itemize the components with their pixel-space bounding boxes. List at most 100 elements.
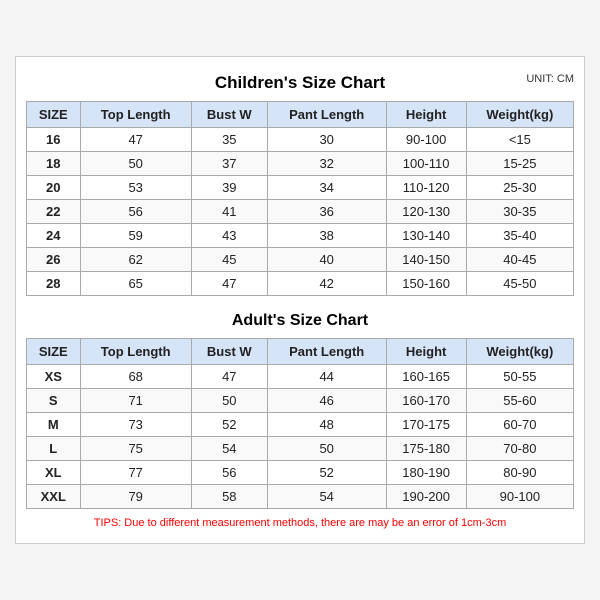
table-cell: 44 (267, 365, 386, 389)
col-header-weight: Weight(kg) (466, 102, 573, 128)
table-cell: 100-110 (386, 152, 466, 176)
table-cell: 175-180 (386, 437, 466, 461)
table-cell: 25-30 (466, 176, 573, 200)
table-cell: 15-25 (466, 152, 573, 176)
table-row: L755450175-18070-80 (27, 437, 574, 461)
children-size-table: SIZE Top Length Bust W Pant Length Heigh… (26, 101, 574, 296)
table-cell: M (27, 413, 81, 437)
table-cell: 180-190 (386, 461, 466, 485)
table-cell: 40-45 (466, 248, 573, 272)
table-cell: 42 (267, 272, 386, 296)
table-row: 18503732100-11015-25 (27, 152, 574, 176)
table-cell: 65 (80, 272, 191, 296)
col-header-bust-w: Bust W (191, 102, 267, 128)
table-cell: 16 (27, 128, 81, 152)
table-cell: 18 (27, 152, 81, 176)
table-cell: 160-165 (386, 365, 466, 389)
table-row: XXL795854190-20090-100 (27, 485, 574, 509)
table-row: XL775652180-19080-90 (27, 461, 574, 485)
table-cell: 170-175 (386, 413, 466, 437)
table-cell: 37 (191, 152, 267, 176)
table-cell: 47 (191, 272, 267, 296)
table-cell: 54 (267, 485, 386, 509)
table-cell: 35-40 (466, 224, 573, 248)
table-cell: 50 (80, 152, 191, 176)
table-cell: 28 (27, 272, 81, 296)
tips-text: TIPS: Due to different measurement metho… (26, 517, 574, 533)
table-cell: 26 (27, 248, 81, 272)
table-row: 28654742150-16045-50 (27, 272, 574, 296)
table-cell: 53 (80, 176, 191, 200)
adult-col-header-weight: Weight(kg) (466, 339, 573, 365)
table-cell: 56 (191, 461, 267, 485)
col-header-height: Height (386, 102, 466, 128)
col-header-top-length: Top Length (80, 102, 191, 128)
table-cell: XL (27, 461, 81, 485)
table-cell: 62 (80, 248, 191, 272)
table-cell: 120-130 (386, 200, 466, 224)
table-cell: 38 (267, 224, 386, 248)
table-cell: XS (27, 365, 81, 389)
col-header-size: SIZE (27, 102, 81, 128)
table-row: 24594338130-14035-40 (27, 224, 574, 248)
table-cell: 45 (191, 248, 267, 272)
table-cell: L (27, 437, 81, 461)
table-row: 20533934110-12025-30 (27, 176, 574, 200)
table-cell: 150-160 (386, 272, 466, 296)
table-cell: 40 (267, 248, 386, 272)
adult-col-header-pant-length: Pant Length (267, 339, 386, 365)
table-cell: 58 (191, 485, 267, 509)
table-cell: XXL (27, 485, 81, 509)
table-cell: 140-150 (386, 248, 466, 272)
children-title-text: Children's Size Chart (215, 73, 385, 92)
table-cell: 71 (80, 389, 191, 413)
table-cell: S (27, 389, 81, 413)
table-cell: 110-120 (386, 176, 466, 200)
table-cell: 46 (267, 389, 386, 413)
table-row: 22564136120-13030-35 (27, 200, 574, 224)
table-cell: 60-70 (466, 413, 573, 437)
table-cell: 90-100 (386, 128, 466, 152)
adult-col-header-top-length: Top Length (80, 339, 191, 365)
table-cell: 36 (267, 200, 386, 224)
chart-container: Children's Size Chart UNIT: CM SIZE Top … (15, 56, 585, 544)
table-cell: 32 (267, 152, 386, 176)
table-cell: 130-140 (386, 224, 466, 248)
table-row: 26624540140-15040-45 (27, 248, 574, 272)
table-cell: 35 (191, 128, 267, 152)
table-cell: 77 (80, 461, 191, 485)
adult-chart-title: Adult's Size Chart (26, 304, 574, 332)
table-cell: 30-35 (466, 200, 573, 224)
table-cell: 59 (80, 224, 191, 248)
col-header-pant-length: Pant Length (267, 102, 386, 128)
table-row: XS684744160-16550-55 (27, 365, 574, 389)
table-cell: 68 (80, 365, 191, 389)
unit-label: UNIT: CM (526, 73, 574, 85)
table-cell: 41 (191, 200, 267, 224)
table-cell: 50 (267, 437, 386, 461)
table-cell: 24 (27, 224, 81, 248)
adult-col-header-bust-w: Bust W (191, 339, 267, 365)
table-cell: 34 (267, 176, 386, 200)
table-cell: 45-50 (466, 272, 573, 296)
table-cell: 75 (80, 437, 191, 461)
table-cell: 47 (80, 128, 191, 152)
table-cell: 50-55 (466, 365, 573, 389)
table-cell: 52 (191, 413, 267, 437)
table-cell: 56 (80, 200, 191, 224)
table-cell: 20 (27, 176, 81, 200)
table-cell: 48 (267, 413, 386, 437)
table-cell: 43 (191, 224, 267, 248)
adult-header-row: SIZE Top Length Bust W Pant Length Heigh… (27, 339, 574, 365)
table-cell: 54 (191, 437, 267, 461)
table-cell: 39 (191, 176, 267, 200)
table-row: M735248170-17560-70 (27, 413, 574, 437)
table-cell: 80-90 (466, 461, 573, 485)
table-cell: 160-170 (386, 389, 466, 413)
table-cell: 30 (267, 128, 386, 152)
adult-col-header-height: Height (386, 339, 466, 365)
table-cell: 90-100 (466, 485, 573, 509)
adult-title-text: Adult's Size Chart (232, 312, 368, 329)
adult-size-table: SIZE Top Length Bust W Pant Length Heigh… (26, 338, 574, 509)
table-cell: 73 (80, 413, 191, 437)
